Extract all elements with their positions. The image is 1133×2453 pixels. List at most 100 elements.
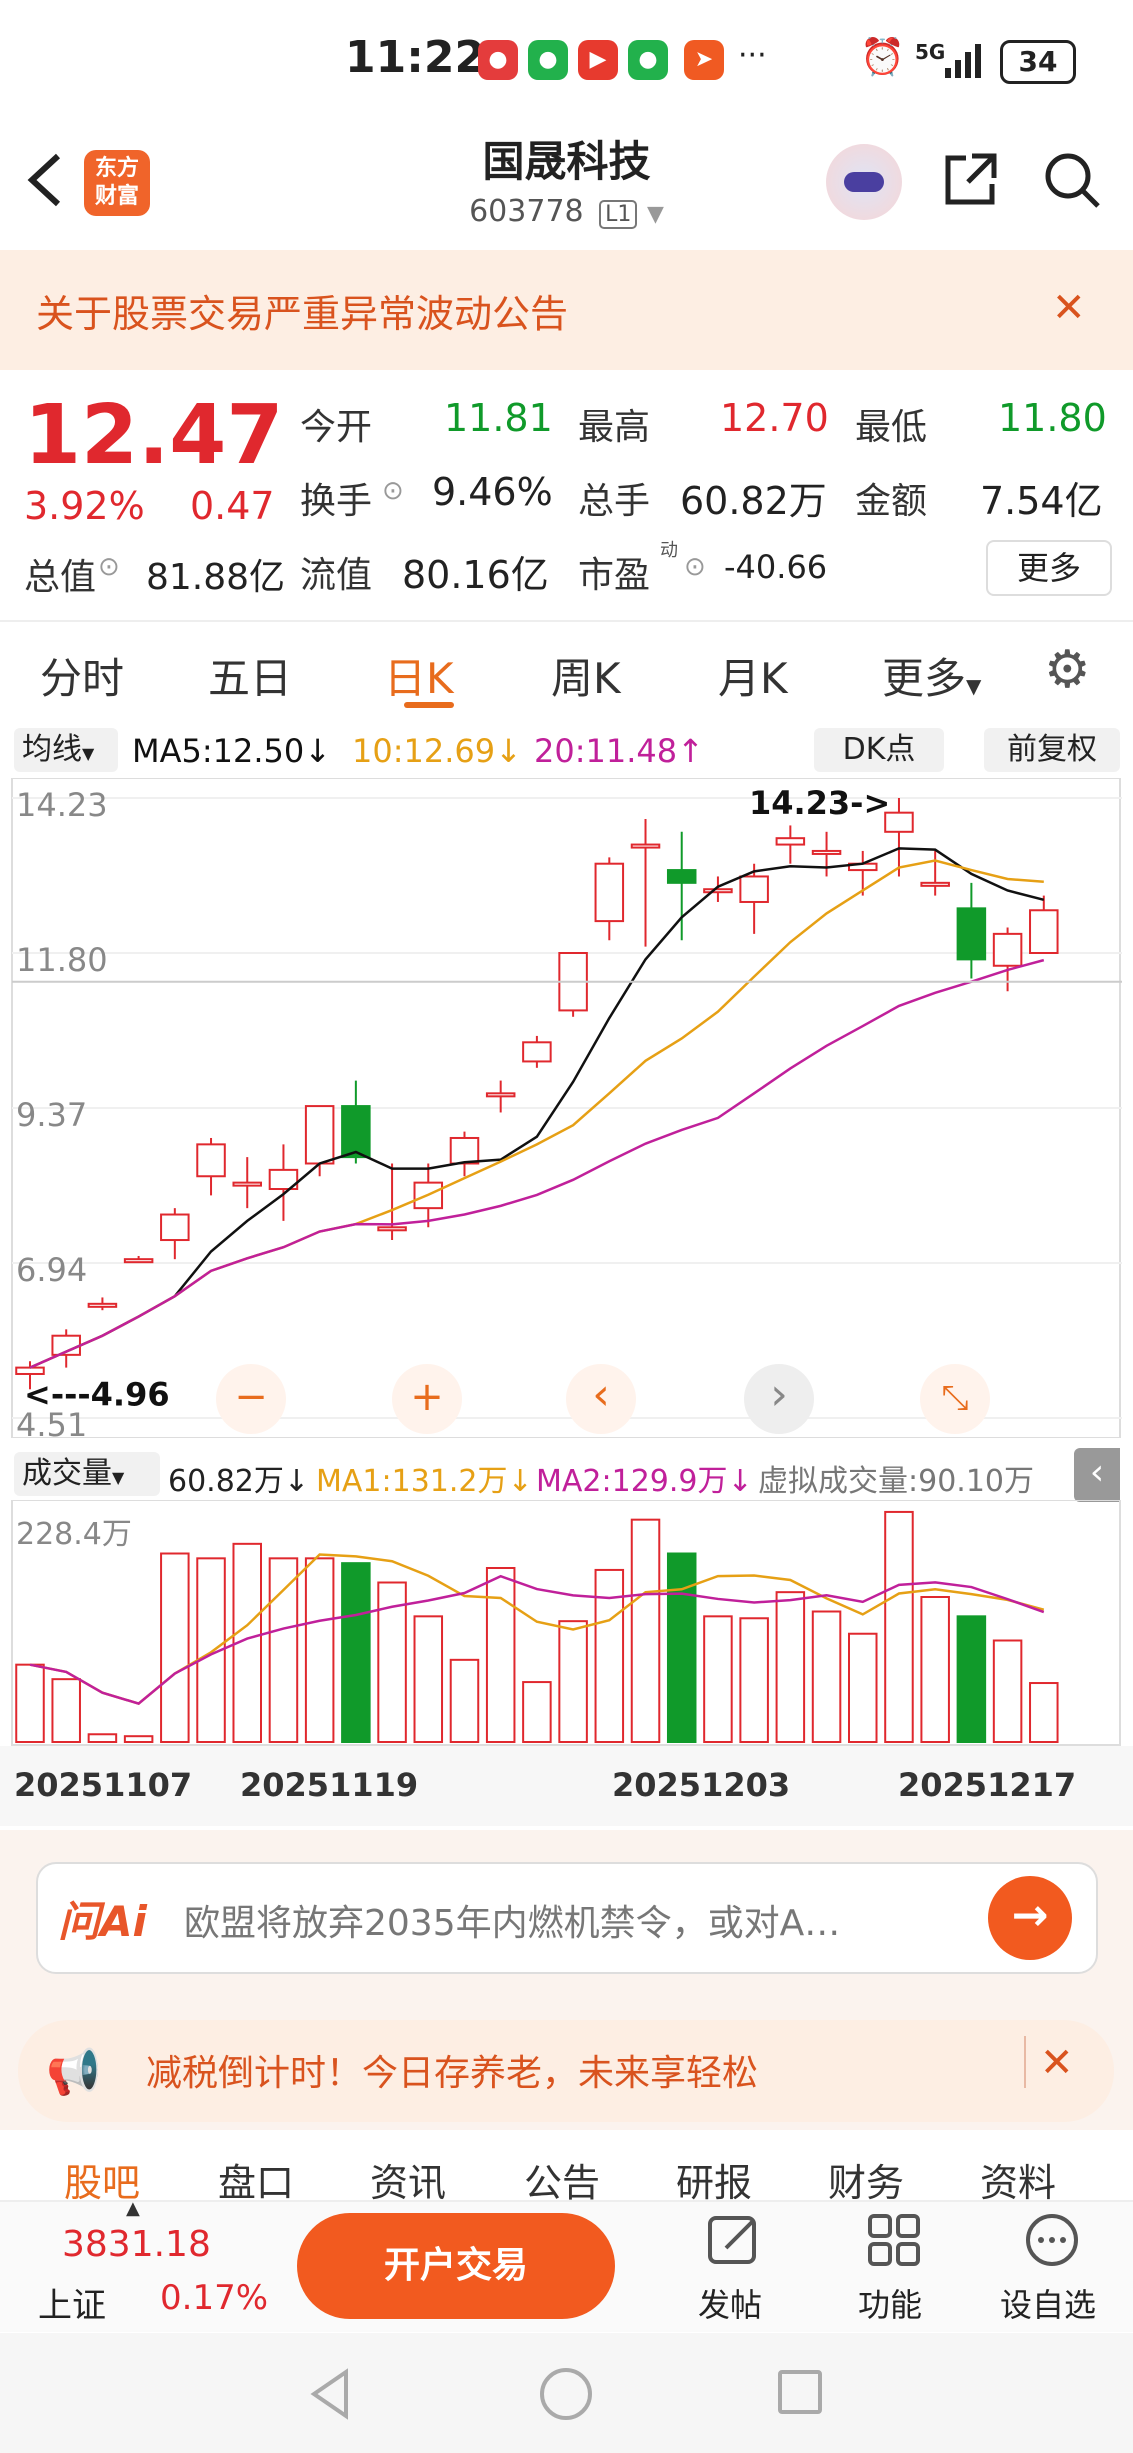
candle-body [920,881,950,887]
function-icon[interactable] [866,2212,922,2268]
zoom-in-button[interactable]: + [392,1364,462,1434]
open-value: 11.81 [444,396,553,440]
ai-badge: 问Ai [58,1897,147,1946]
candle-body [522,1041,552,1063]
share-button[interactable] [940,150,1000,210]
nav-back-icon[interactable] [306,2366,356,2422]
volume-legend: 60.82万↓ [168,1464,310,1499]
open-label: 今开 [300,407,373,448]
tab-pankou[interactable]: 盘口 [218,2152,294,2207]
turnover-info-icon[interactable]: ⊙ [382,476,404,506]
notice-text[interactable]: 关于股票交易严重异常波动公告 [36,283,568,338]
tab-monthly-k[interactable]: 月K [718,645,788,706]
signal-icon [945,42,985,78]
dk-point-button[interactable]: DK点 [814,728,944,772]
volume-chart[interactable]: 228.4万 20251107 20251119 20251203 20251217 [0,1500,1133,1830]
tab-intraday[interactable]: 分时 [40,645,124,706]
tab-finance[interactable]: 财务 [828,2152,904,2207]
volume-bar [485,1567,516,1743]
scroll-left-button[interactable]: ‹ [566,1364,636,1434]
candle-body [160,1213,190,1242]
candle-body [341,1105,371,1159]
volume-bar [666,1552,697,1743]
index-name[interactable]: 上证 [38,2278,106,2327]
change-percent: 3.92% [24,484,145,528]
scroll-right-button[interactable]: › [744,1364,814,1434]
tab-announcements[interactable]: 公告 [524,2152,600,2207]
ma5-legend: MA5:12.50↓ [132,732,332,770]
volume-bar [884,1510,914,1743]
candle-body [992,932,1023,967]
tab-five-day[interactable]: 五日 [208,645,292,706]
battery-icon: 34 [1000,40,1076,84]
pe-label: 市盈 [578,555,651,596]
x-tick-label: 20251217 [898,1766,1076,1804]
settings-gear-icon[interactable]: ⚙ [1044,640,1091,700]
volume-bar [1029,1682,1059,1744]
ai-assistant-avatar[interactable] [826,144,902,220]
zoom-out-button[interactable]: − [216,1364,286,1434]
index-percent[interactable]: 0.17% [160,2278,268,2318]
volume-selector[interactable]: 成交量▼ [14,1452,160,1496]
mktcap-value: 81.88亿 [146,557,286,598]
volume-bar [630,1518,661,1743]
post-icon[interactable] [706,2212,762,2268]
tab-daily-k[interactable]: 日K [384,645,454,706]
current-price: 12.47 [24,388,284,483]
volume-bar [87,1733,118,1743]
ai-question-text[interactable]: 欧盟将放弃2035年内燃机禁令，或对A… [184,1894,840,1946]
function-label[interactable]: 功能 [858,2280,922,2326]
ma-selector[interactable]: 均线▼ [14,728,118,772]
fullscreen-button[interactable]: ⤡ [920,1364,990,1434]
candle-body [304,1105,335,1165]
amount-label: 金额 [855,481,928,522]
post-label[interactable]: 发帖 [698,2280,762,2326]
ad-close-icon[interactable]: ✕ [1040,2040,1074,2086]
candle-body [15,1366,45,1375]
ad-text[interactable]: 减税倒计时！今日存养老，未来享轻松 [146,2044,758,2096]
ma20-legend: 20:11.48↑ [534,732,704,770]
volume-bar [51,1678,81,1744]
candle-body [377,1226,407,1232]
megaphone-icon: 📢 [46,2047,101,2098]
nav-recents-icon[interactable] [778,2370,822,2414]
collapse-panel-button[interactable]: ‹ [1074,1448,1120,1502]
search-icon [1045,153,1100,208]
volume-bar [413,1615,444,1743]
candle-body [1029,909,1059,955]
volume-tick-label: 228.4万 [16,1517,132,1552]
virtual-volume-legend: 虚拟成交量:90.10万 [758,1464,1034,1499]
tab-weekly-k[interactable]: 周K [551,645,621,706]
tab-news[interactable]: 资讯 [370,2152,446,2207]
ai-go-button[interactable]: → [988,1876,1072,1960]
volume-bar [449,1658,480,1743]
search-button[interactable] [1042,150,1102,210]
volume-bar [703,1615,733,1743]
watchlist-icon[interactable] [1024,2212,1080,2268]
candle-body [775,837,806,846]
tab-more[interactable]: 更多▼ [882,645,981,706]
pe-value: -40.66 [724,548,828,586]
notice-close-icon[interactable]: ✕ [1052,285,1086,331]
info-icon[interactable]: ⊙ [98,552,120,582]
pe-info-icon[interactable]: ⊙ [684,552,706,582]
volume-bar [811,1610,842,1743]
nav-home-icon[interactable] [540,2368,592,2420]
x-tick-label: 20251203 [612,1766,790,1804]
more-caret-icon: ▼ [966,674,982,698]
watchlist-label[interactable]: 设自选 [1000,2280,1096,2326]
share-icon [945,153,997,205]
quote-more-button[interactable]: 更多 [986,540,1112,596]
candle-body [449,1136,480,1165]
level-badge: L1 [599,200,638,229]
open-account-trade-button[interactable]: 开户交易 [297,2213,615,2319]
candle-body [485,1092,516,1098]
index-value[interactable]: 3831.18 [62,2224,211,2265]
stock-code: 603778 [469,194,584,229]
adjust-button[interactable]: 前复权 [984,728,1120,772]
tab-research[interactable]: 研报 [676,2152,752,2207]
tab-profile[interactable]: 资料 [980,2152,1056,2207]
candlestick-chart[interactable]: 14.2311.809.376.944.5114.23-><---4.96 [0,778,1133,1438]
turnover-value: 9.46% [432,470,553,514]
high-annotation: 14.23-> [749,784,890,822]
